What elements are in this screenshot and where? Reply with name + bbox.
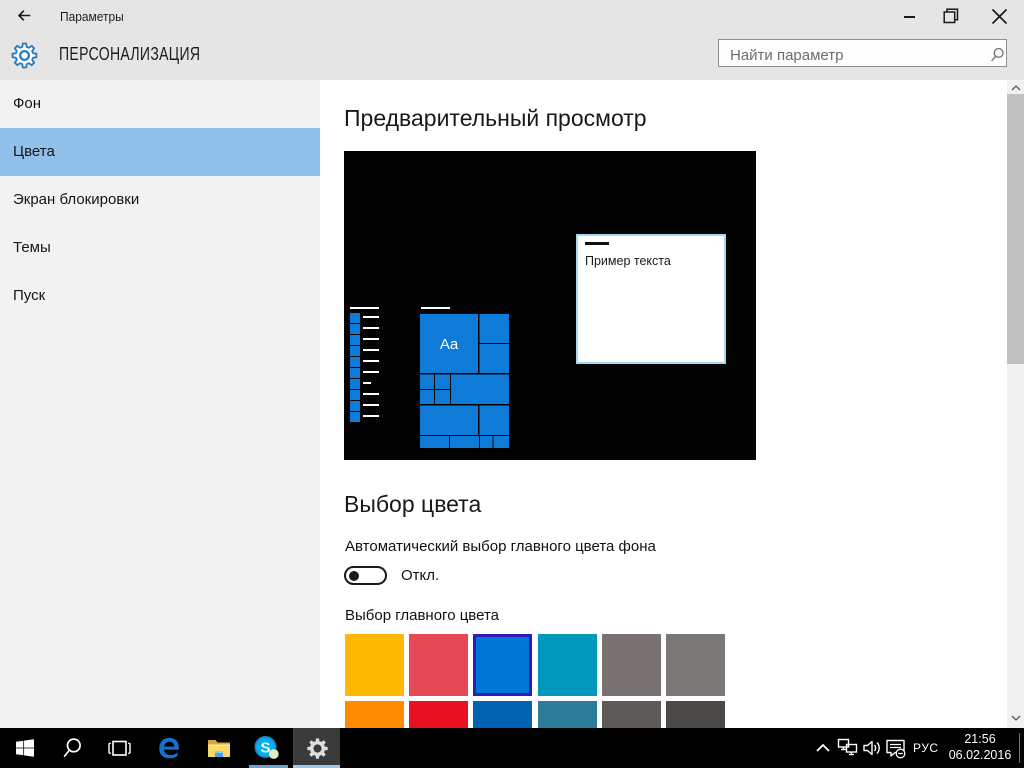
svg-text:Aa: Aa bbox=[440, 336, 459, 353]
